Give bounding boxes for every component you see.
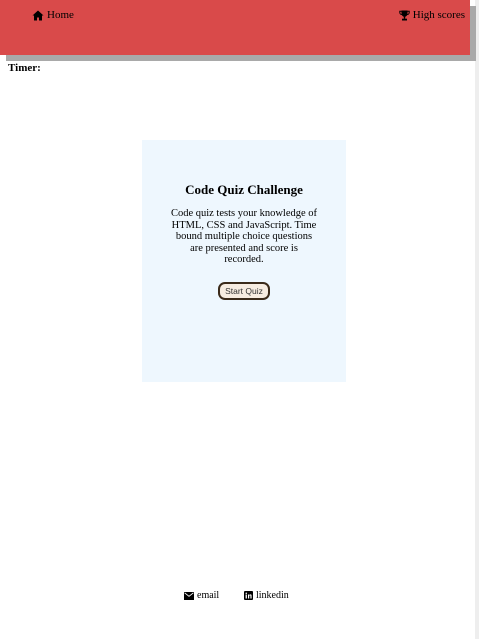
email-label: email <box>197 590 220 601</box>
footer: email linkedin <box>0 590 479 604</box>
high-scores-label: High scores <box>412 9 465 21</box>
card-description: Code quiz tests your knowledge of HTML, … <box>170 208 318 265</box>
linkedin-icon <box>244 591 253 600</box>
email-link[interactable]: email <box>184 590 219 601</box>
linkedin-label: linkedin <box>256 590 289 601</box>
start-quiz-button[interactable]: Start Quiz <box>218 282 270 300</box>
scrollbar[interactable] <box>475 0 479 639</box>
trophy-icon <box>399 10 410 21</box>
quiz-intro-card: Code Quiz Challenge Code quiz tests your… <box>142 140 346 382</box>
home-link[interactable]: Home <box>32 9 74 21</box>
linkedin-link[interactable]: linkedin <box>244 590 289 601</box>
card-title: Code Quiz Challenge <box>185 182 303 197</box>
timer-label: Timer: <box>8 62 41 74</box>
envelope-icon <box>184 591 194 600</box>
top-nav-bar: Home High scores <box>0 0 470 55</box>
home-icon <box>32 10 44 21</box>
home-label: Home <box>47 9 74 21</box>
high-scores-link[interactable]: High scores <box>399 9 465 21</box>
